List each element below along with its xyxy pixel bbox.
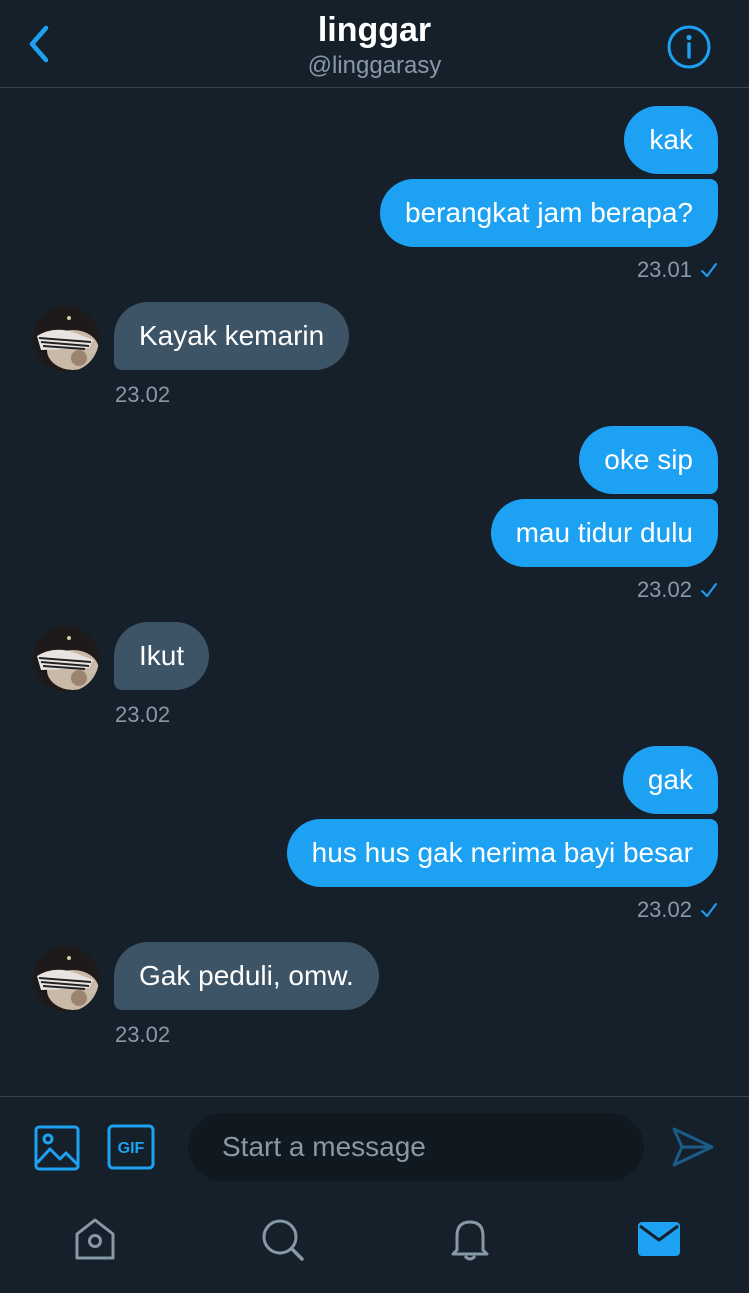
avatar[interactable] [33, 306, 99, 372]
send-button[interactable] [670, 1125, 716, 1169]
info-icon [667, 25, 711, 69]
incoming-message[interactable]: Ikut [114, 622, 210, 690]
notifications-icon [451, 1220, 489, 1261]
message-timestamp: 23.02 [637, 897, 718, 923]
message-timestamp: 23.02 [637, 577, 718, 603]
conversation-title: linggar [317, 11, 432, 49]
gif-icon: GIF [107, 1124, 155, 1170]
sent-check-icon [701, 583, 717, 597]
add-gif-button[interactable]: GIF [107, 1124, 155, 1170]
conversation-handle: @linggarasy [307, 52, 442, 79]
conversation-header: linggar @linggarasy [0, 0, 749, 88]
incoming-message[interactable]: Kayak kemarin [114, 302, 350, 370]
message-composer: GIF Start a message [0, 1096, 749, 1196]
message-timestamp: 23.02 [115, 382, 171, 407]
send-icon [672, 1127, 714, 1167]
home-icon [75, 1218, 115, 1260]
info-button[interactable] [666, 24, 712, 70]
outgoing-message[interactable]: hus hus gak nerima bayi besar [286, 819, 718, 887]
outgoing-message[interactable]: berangkat jam berapa? [380, 179, 718, 247]
incoming-message[interactable]: Gak peduli, omw. [114, 942, 379, 1010]
message-timestamp: 23.02 [115, 702, 171, 727]
timestamp-text: 23.01 [636, 257, 692, 282]
outgoing-message[interactable]: oke sip [579, 426, 718, 494]
timestamp-text: 23.02 [636, 577, 692, 602]
avatar-image [33, 306, 99, 372]
avatar[interactable] [33, 946, 99, 1012]
tab-bar [0, 1196, 749, 1293]
message-timestamp: 23.01 [637, 257, 718, 283]
search-icon [262, 1219, 304, 1261]
tab-messages[interactable] [636, 1216, 682, 1262]
outgoing-message[interactable]: gak [622, 746, 718, 814]
image-icon [34, 1125, 80, 1171]
message-input[interactable]: Start a message [188, 1113, 644, 1181]
message-timestamp: 23.02 [115, 1022, 171, 1047]
gif-label: GIF [118, 1140, 145, 1157]
avatar-image [33, 946, 99, 1012]
tab-home[interactable] [72, 1216, 118, 1262]
conversation-title-block[interactable]: linggar @linggarasy [0, 10, 749, 81]
outgoing-message[interactable]: mau tidur dulu [490, 499, 718, 567]
message-list[interactable]: kak berangkat jam berapa? 23.01 Kayak ke… [0, 89, 749, 1094]
outgoing-message[interactable]: kak [624, 106, 718, 174]
sent-check-icon [701, 263, 717, 277]
tab-notifications[interactable] [447, 1216, 493, 1262]
timestamp-text: 23.02 [636, 897, 692, 922]
messages-icon [638, 1222, 680, 1256]
sent-check-icon [701, 903, 717, 917]
dm-conversation-screen: linggar @linggarasy kak berangkat jam be… [0, 0, 749, 1293]
avatar-image [33, 626, 99, 692]
tab-search[interactable] [259, 1216, 305, 1262]
avatar[interactable] [33, 626, 99, 692]
add-media-button[interactable] [34, 1125, 80, 1171]
